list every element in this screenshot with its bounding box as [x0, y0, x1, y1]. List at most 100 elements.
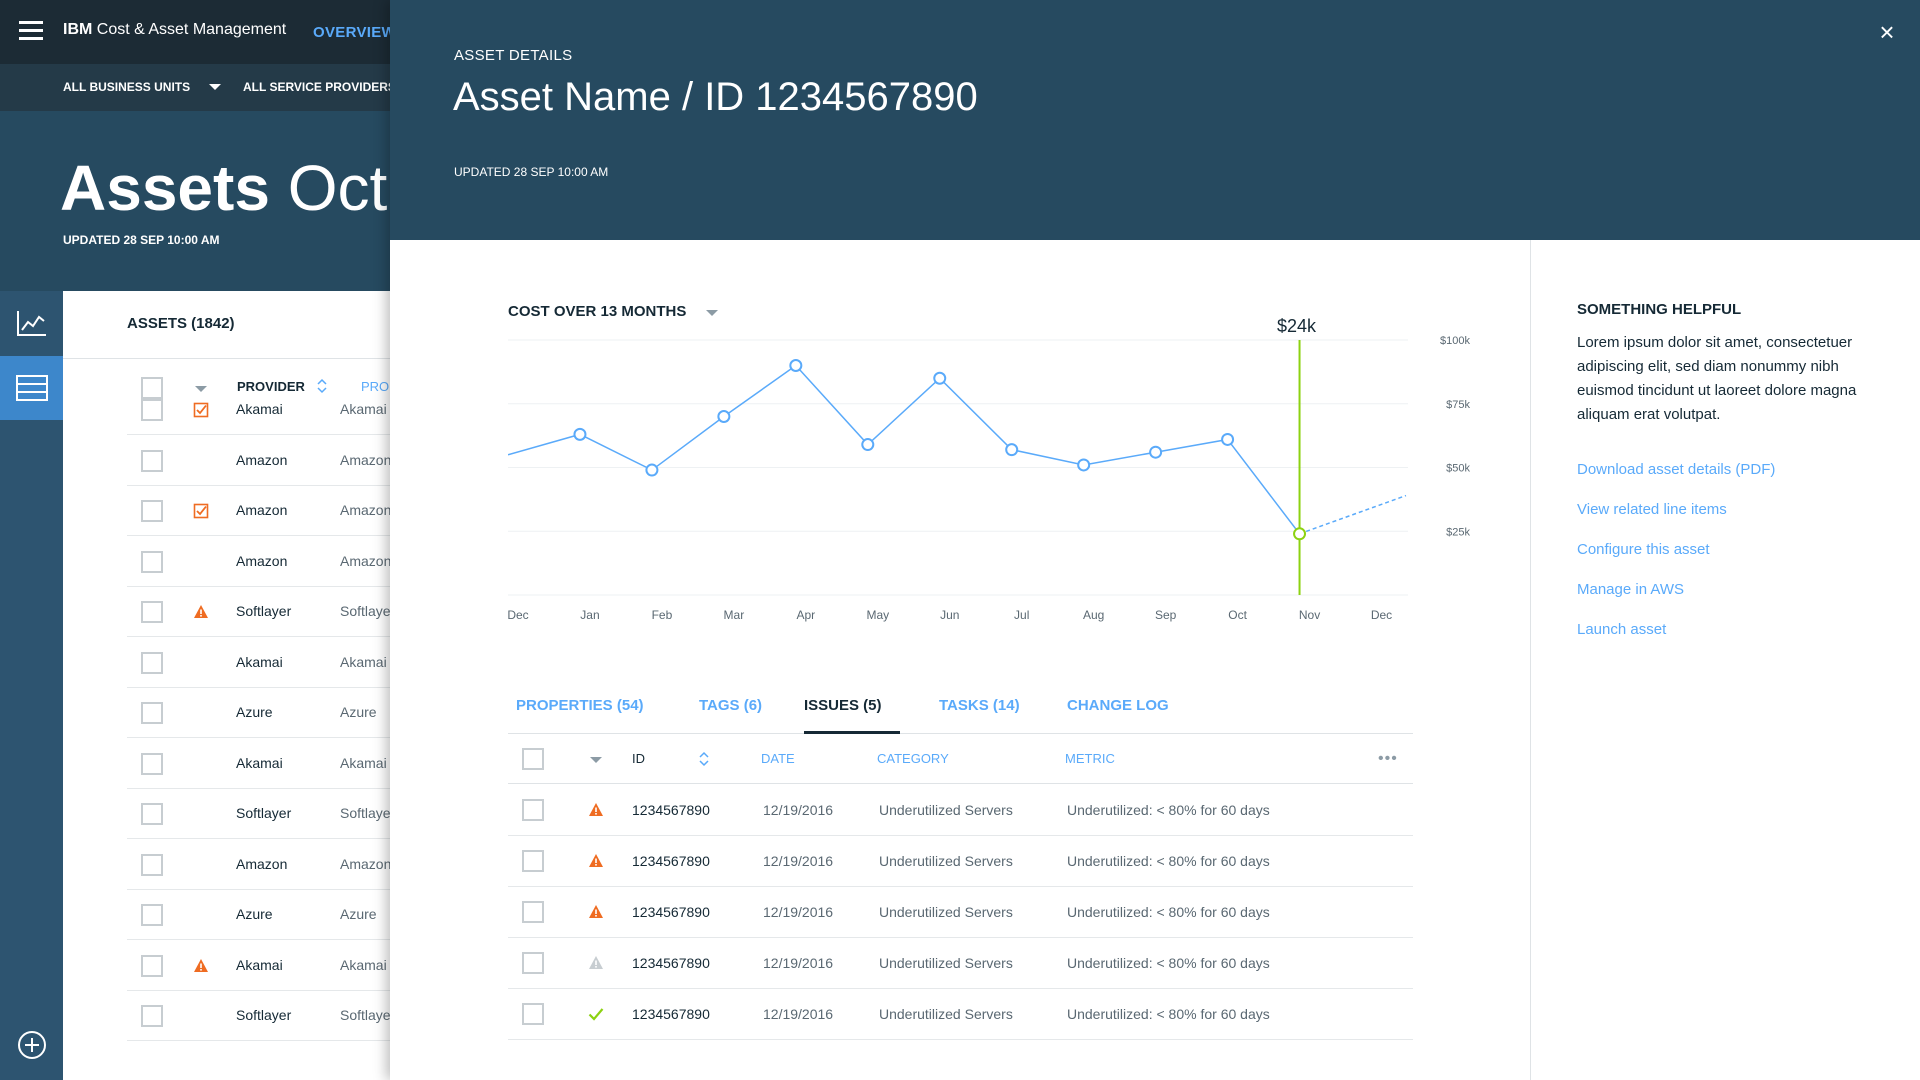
x-tick-label: Oct	[1228, 608, 1247, 622]
row-checkbox[interactable]	[141, 449, 163, 472]
app-root: IBM Cost & Asset Management OVERVIEW ALL…	[0, 0, 1920, 1080]
detail-title: Asset Name / ID 1234567890	[453, 75, 978, 119]
sort-icon[interactable]	[698, 750, 710, 768]
nav-overview[interactable]: OVERVIEW	[313, 24, 396, 41]
list-item[interactable]: Akamai Akamai	[127, 941, 400, 991]
rail-list-button[interactable]	[0, 356, 63, 420]
table-header: ID DATE CATEGORY METRIC •••	[508, 734, 1413, 784]
helpful-link[interactable]: View related line items	[1577, 501, 1727, 518]
row-checkbox[interactable]	[522, 952, 544, 974]
close-icon[interactable]: ×	[1875, 19, 1899, 45]
provider-cell: Azure	[236, 704, 273, 720]
tab-issues[interactable]: ISSUES (5)	[804, 697, 882, 714]
detail-header: ASSET DETAILS Asset Name / ID 1234567890…	[390, 0, 1920, 240]
helpful-link[interactable]: Download asset details (PDF)	[1577, 461, 1775, 478]
data-point	[1221, 432, 1235, 446]
tab-change[interactable]: CHANGE LOG	[1067, 697, 1169, 714]
row-checkbox[interactable]	[141, 803, 163, 825]
chevron-down-icon[interactable]	[590, 757, 602, 763]
row-checkbox[interactable]	[141, 500, 163, 522]
hamburger-menu-icon[interactable]	[19, 21, 43, 41]
detail-tabs: PROPERTIES (54) TAGS (6) ISSUES (5) TASKS (…	[508, 680, 1413, 734]
rail-add-button[interactable]	[0, 1013, 63, 1077]
row-checkbox[interactable]	[141, 550, 163, 573]
list-item[interactable]: Akamai Akamai	[127, 638, 400, 688]
list-item[interactable]: Softlayer Softlayer	[127, 789, 400, 839]
rail-trends-button[interactable]	[0, 291, 63, 355]
add-circle-icon	[17, 1031, 46, 1059]
data-point	[1149, 445, 1163, 459]
service-providers-filter[interactable]: ALL SERVICE PROVIDERS	[243, 80, 396, 94]
tab-tasks[interactable]: TASKS (14)	[939, 697, 1020, 714]
status-icon-slot	[193, 958, 209, 974]
list-item[interactable]: Amazon Amazon	[127, 537, 400, 587]
row-checkbox[interactable]	[141, 702, 163, 724]
chevron-down-icon[interactable]	[209, 84, 221, 90]
list-item[interactable]: Softlayer Softlayer	[127, 587, 400, 637]
top-bar: IBM Cost & Asset Management OVERVIEW	[0, 0, 400, 64]
y-tick-label: $50k	[1446, 463, 1470, 475]
row-checkbox[interactable]	[522, 799, 544, 821]
category-cell: Underutilized Servers	[879, 1006, 1013, 1022]
id-cell: 1234567890	[632, 802, 710, 818]
list-item[interactable]: Amazon Amazon	[127, 840, 400, 890]
list-item[interactable]: Akamai Akamai	[127, 385, 400, 435]
helpful-link[interactable]: Manage in AWS	[1577, 581, 1684, 598]
list-item[interactable]: Amazon Amazon	[127, 436, 400, 486]
date-cell: 12/19/2016	[763, 1006, 834, 1022]
page-title: Assets Oct	[60, 152, 388, 224]
helpful-link[interactable]: Launch asset	[1577, 621, 1666, 638]
data-point	[933, 371, 947, 385]
data-point	[645, 463, 659, 477]
row-checkbox[interactable]	[141, 399, 163, 421]
row-checkbox[interactable]	[141, 954, 163, 977]
list-item[interactable]: Amazon Amazon	[127, 486, 400, 536]
column-header-metric[interactable]: METRIC	[1065, 751, 1115, 766]
table-row[interactable]: 1234567890 12/19/2016 Underutilized Server…	[508, 989, 1413, 1040]
tab-tags[interactable]: TAGS (6)	[699, 697, 762, 714]
list-item[interactable]: Azure Azure	[127, 890, 400, 940]
row-checkbox[interactable]	[141, 651, 163, 674]
x-tick-label: Jun	[940, 608, 959, 622]
status-icon-slot	[588, 1006, 604, 1027]
row-checkbox[interactable]	[522, 850, 544, 872]
tab-properties[interactable]: PROPERTIES (54)	[516, 697, 644, 714]
y-tick-label: $75k	[1446, 399, 1470, 411]
highlight-value-label: $24k	[1277, 316, 1317, 336]
x-tick-label: Jan	[580, 608, 599, 622]
list-item[interactable]: Akamai Akamai	[127, 739, 400, 789]
status-icon-slot	[193, 402, 209, 418]
row-checkbox[interactable]	[141, 1005, 163, 1027]
provider-cell: Softlayer	[236, 1007, 292, 1023]
date-cell: 12/19/2016	[763, 853, 834, 869]
asset-detail-panel: ASSET DETAILS Asset Name / ID 1234567890…	[390, 0, 1920, 1080]
helpful-title: SOMETHING HELPFUL	[1577, 301, 1742, 318]
page-hero: Assets Oct UPDATED 28 SEP 10:00 AM	[0, 111, 400, 291]
business-units-filter[interactable]: ALL BUSINESS UNITS	[63, 80, 190, 94]
row-checkbox[interactable]	[141, 601, 163, 623]
more-icon[interactable]: •••	[1378, 750, 1398, 768]
row-checkbox[interactable]	[522, 901, 544, 923]
helpful-link[interactable]: Configure this asset	[1577, 541, 1710, 558]
data-point	[1077, 458, 1091, 472]
list-item[interactable]: Softlayer Softlayer	[127, 991, 400, 1041]
x-tick-label: Mar	[724, 608, 745, 622]
table-row[interactable]: 1234567890 12/19/2016 Underutilized Server…	[508, 887, 1413, 938]
list-item[interactable]: Azure Azure	[127, 688, 400, 738]
row-checkbox[interactable]	[522, 1003, 544, 1025]
table-row[interactable]: 1234567890 12/19/2016 Underutilized Server…	[508, 836, 1413, 887]
table-row[interactable]: 1234567890 12/19/2016 Underutilized Server…	[508, 938, 1413, 989]
divider	[63, 358, 400, 359]
status-icon-slot	[193, 604, 209, 620]
select-all-checkbox[interactable]	[522, 748, 544, 770]
row-checkbox[interactable]	[141, 752, 163, 775]
x-tick-label: Dec	[508, 608, 529, 622]
column-header-id[interactable]: ID	[632, 751, 645, 766]
row-checkbox[interactable]	[141, 904, 163, 926]
checkmark-icon	[588, 1008, 604, 1021]
column-header-category[interactable]: CATEGORY	[877, 751, 949, 766]
category-cell: Underutilized Servers	[879, 904, 1013, 920]
column-header-date[interactable]: DATE	[761, 751, 795, 766]
table-row[interactable]: 1234567890 12/19/2016 Underutilized Server…	[508, 785, 1413, 836]
row-checkbox[interactable]	[141, 853, 163, 876]
